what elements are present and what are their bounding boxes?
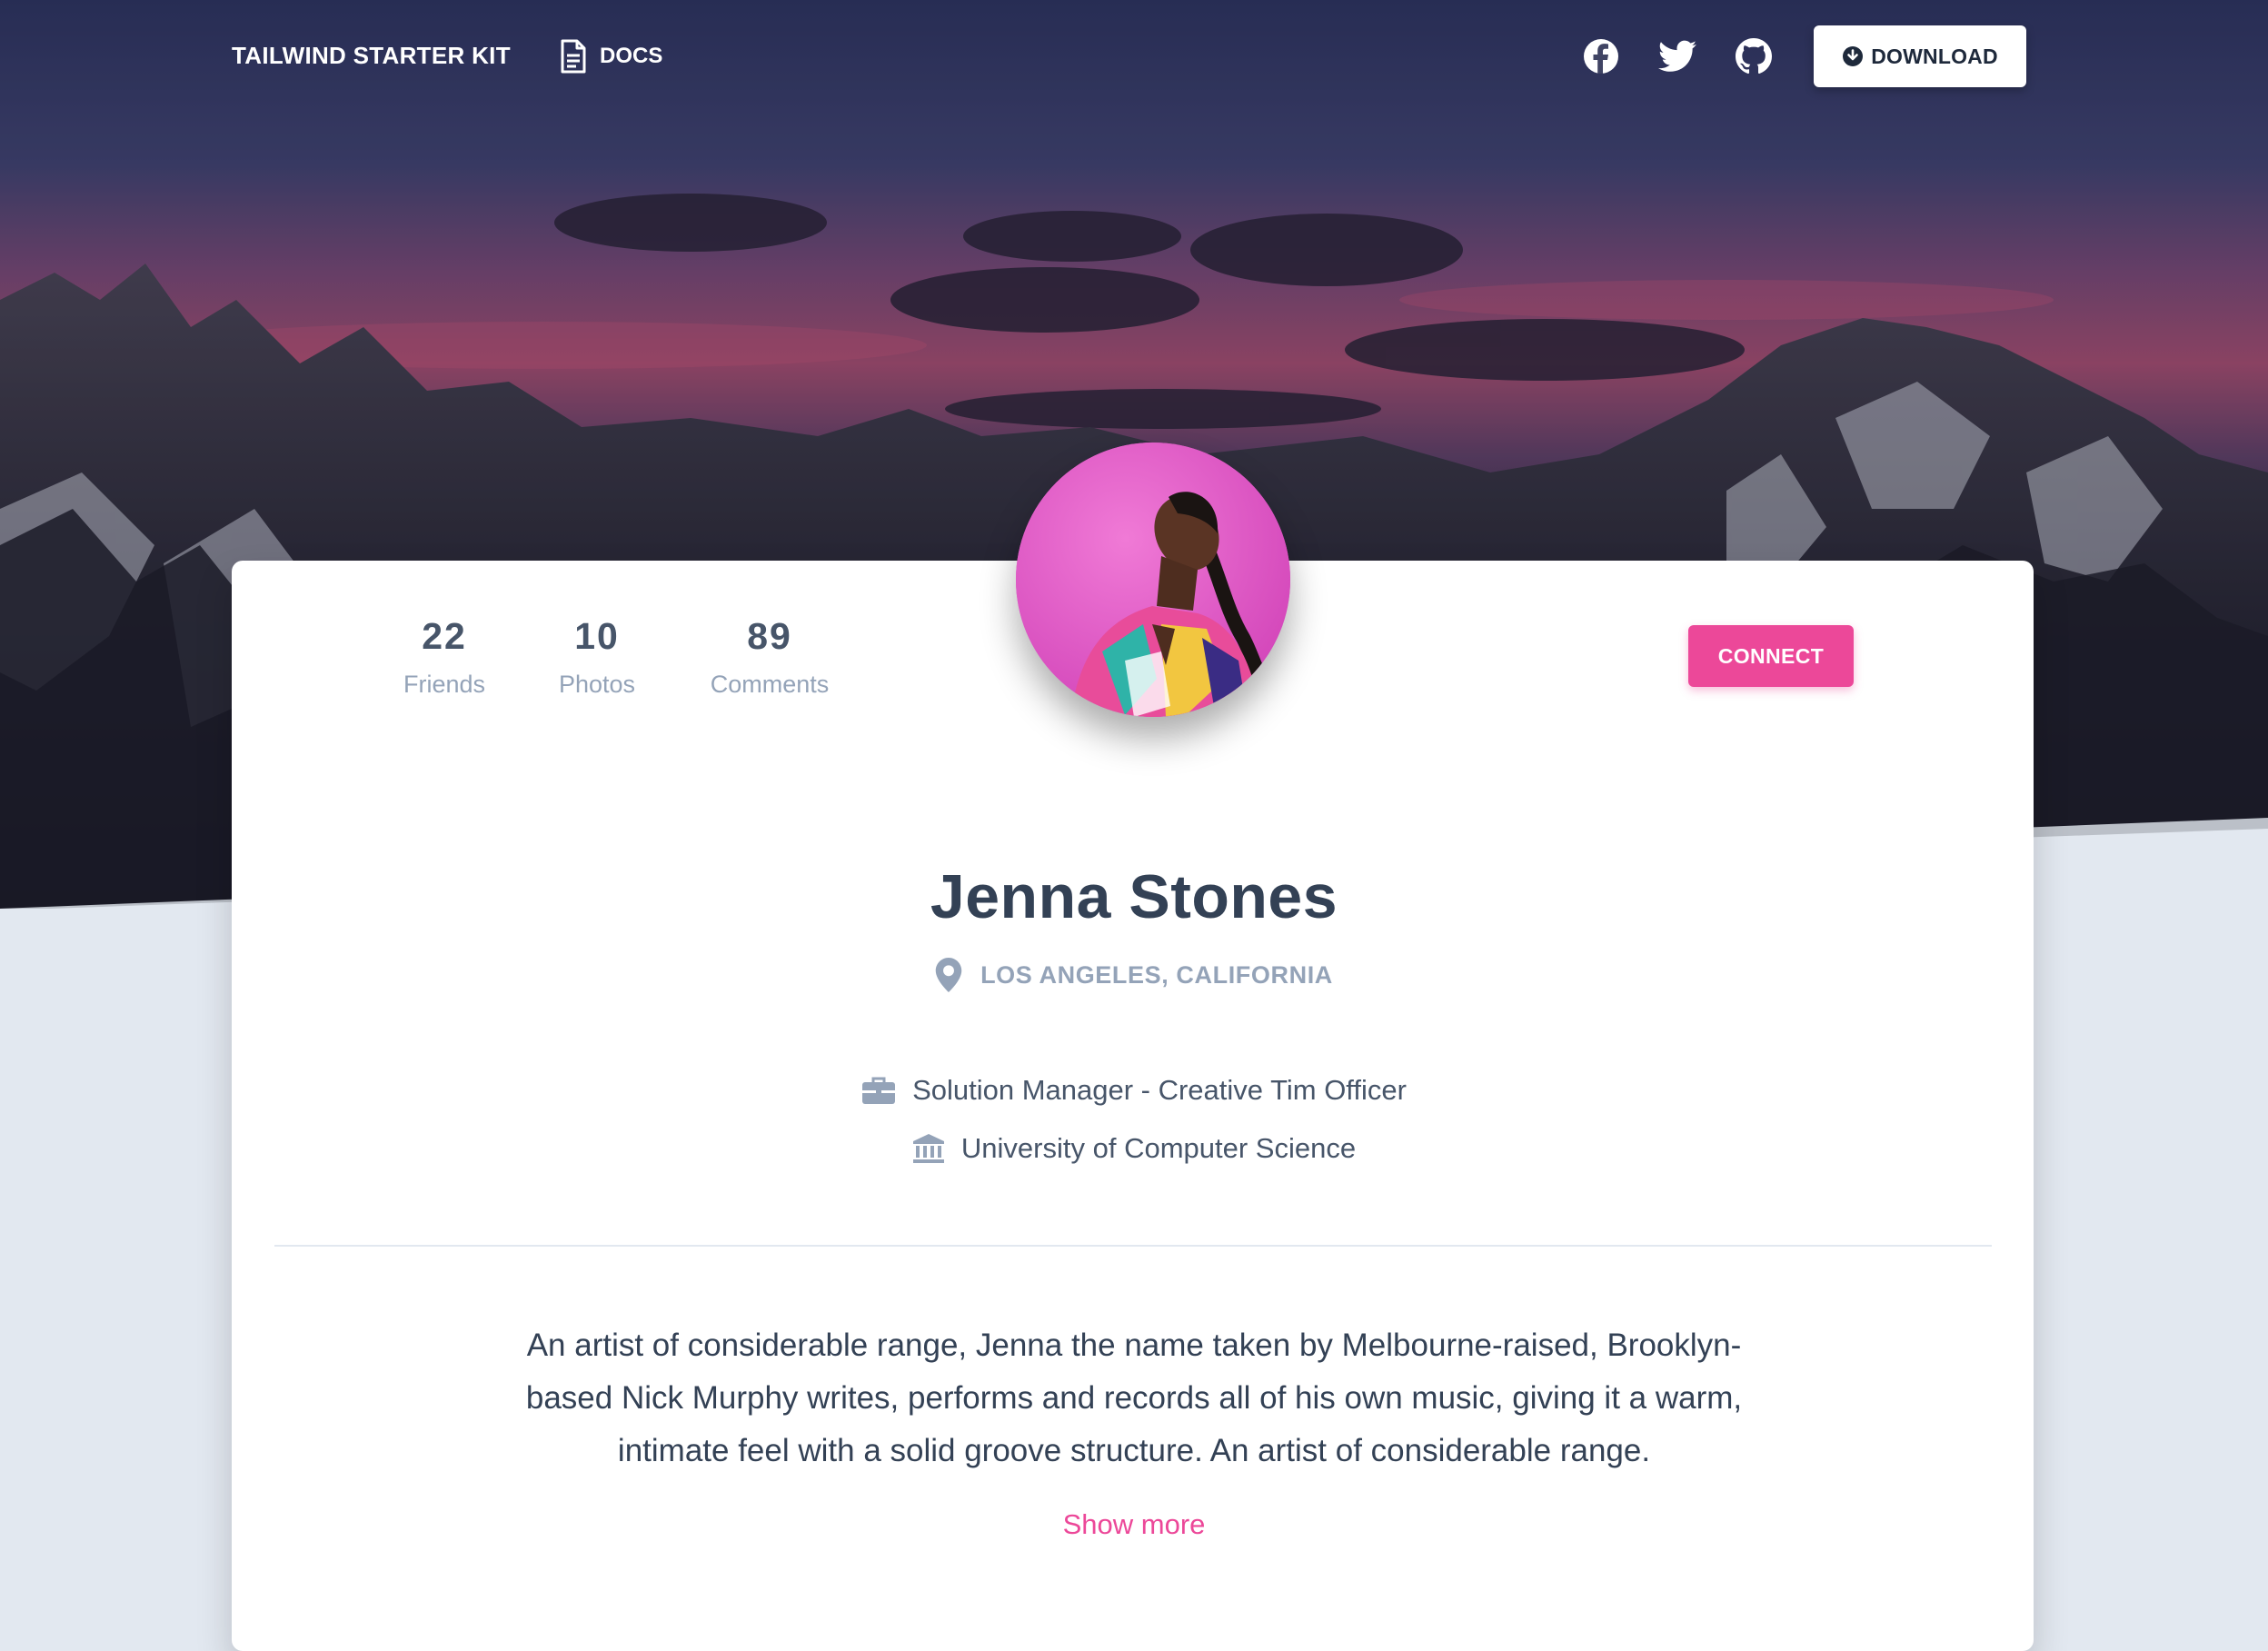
brand-link[interactable]: TAILWIND STARTER KIT: [232, 42, 511, 70]
stat-comments: 89 Comments: [697, 615, 842, 699]
navbar: TAILWIND STARTER KIT DOCS DOWNLOAD: [0, 0, 2268, 113]
stat-label: Comments: [710, 671, 830, 698]
download-label: DOWNLOAD: [1871, 44, 1998, 68]
education-line: University of Computer Science: [0, 1132, 2268, 1165]
job-text: Solution Manager - Creative Tim Officer: [912, 1074, 1407, 1106]
show-more-link[interactable]: Show more: [0, 1508, 2268, 1541]
download-button[interactable]: DOWNLOAD: [1814, 25, 2026, 87]
location: LOS ANGELES, CALIFORNIA: [0, 958, 2268, 992]
job-line: Solution Manager - Creative Tim Officer: [0, 1074, 2268, 1107]
stat-value: 22: [422, 615, 467, 657]
facebook-link[interactable]: [1579, 35, 1623, 78]
stat-photos: 10 Photos: [524, 615, 670, 699]
download-circle-icon: [1843, 46, 1864, 66]
github-link[interactable]: [1732, 35, 1776, 78]
docs-link[interactable]: DOCS: [560, 36, 662, 76]
map-marker-icon: [935, 958, 962, 992]
stat-value: 89: [747, 615, 792, 657]
bio-text: An artist of considerable range, Jenna t…: [525, 1328, 1743, 1468]
divider: [274, 1245, 1992, 1247]
docs-label: DOCS: [600, 44, 663, 68]
connect-button[interactable]: CONNECT: [1688, 625, 1854, 687]
stat-value: 10: [574, 615, 620, 657]
github-icon: [1736, 38, 1772, 75]
briefcase-icon: [862, 1077, 896, 1104]
avatar-photo: [1016, 443, 1290, 717]
education-text: University of Computer Science: [960, 1132, 1357, 1164]
twitter-link[interactable]: [1656, 35, 1699, 78]
stat-friends: 22 Friends: [372, 615, 517, 699]
stat-label: Friends: [403, 671, 486, 698]
facebook-icon: [1584, 39, 1618, 74]
profile-name: Jenna Stones: [930, 862, 1338, 931]
stat-label: Photos: [558, 671, 636, 698]
twitter-icon: [1658, 40, 1696, 72]
document-icon: [561, 39, 586, 74]
avatar: [1016, 443, 1290, 717]
location-text: LOS ANGELES, CALIFORNIA: [980, 960, 1333, 989]
university-icon: [912, 1134, 944, 1163]
